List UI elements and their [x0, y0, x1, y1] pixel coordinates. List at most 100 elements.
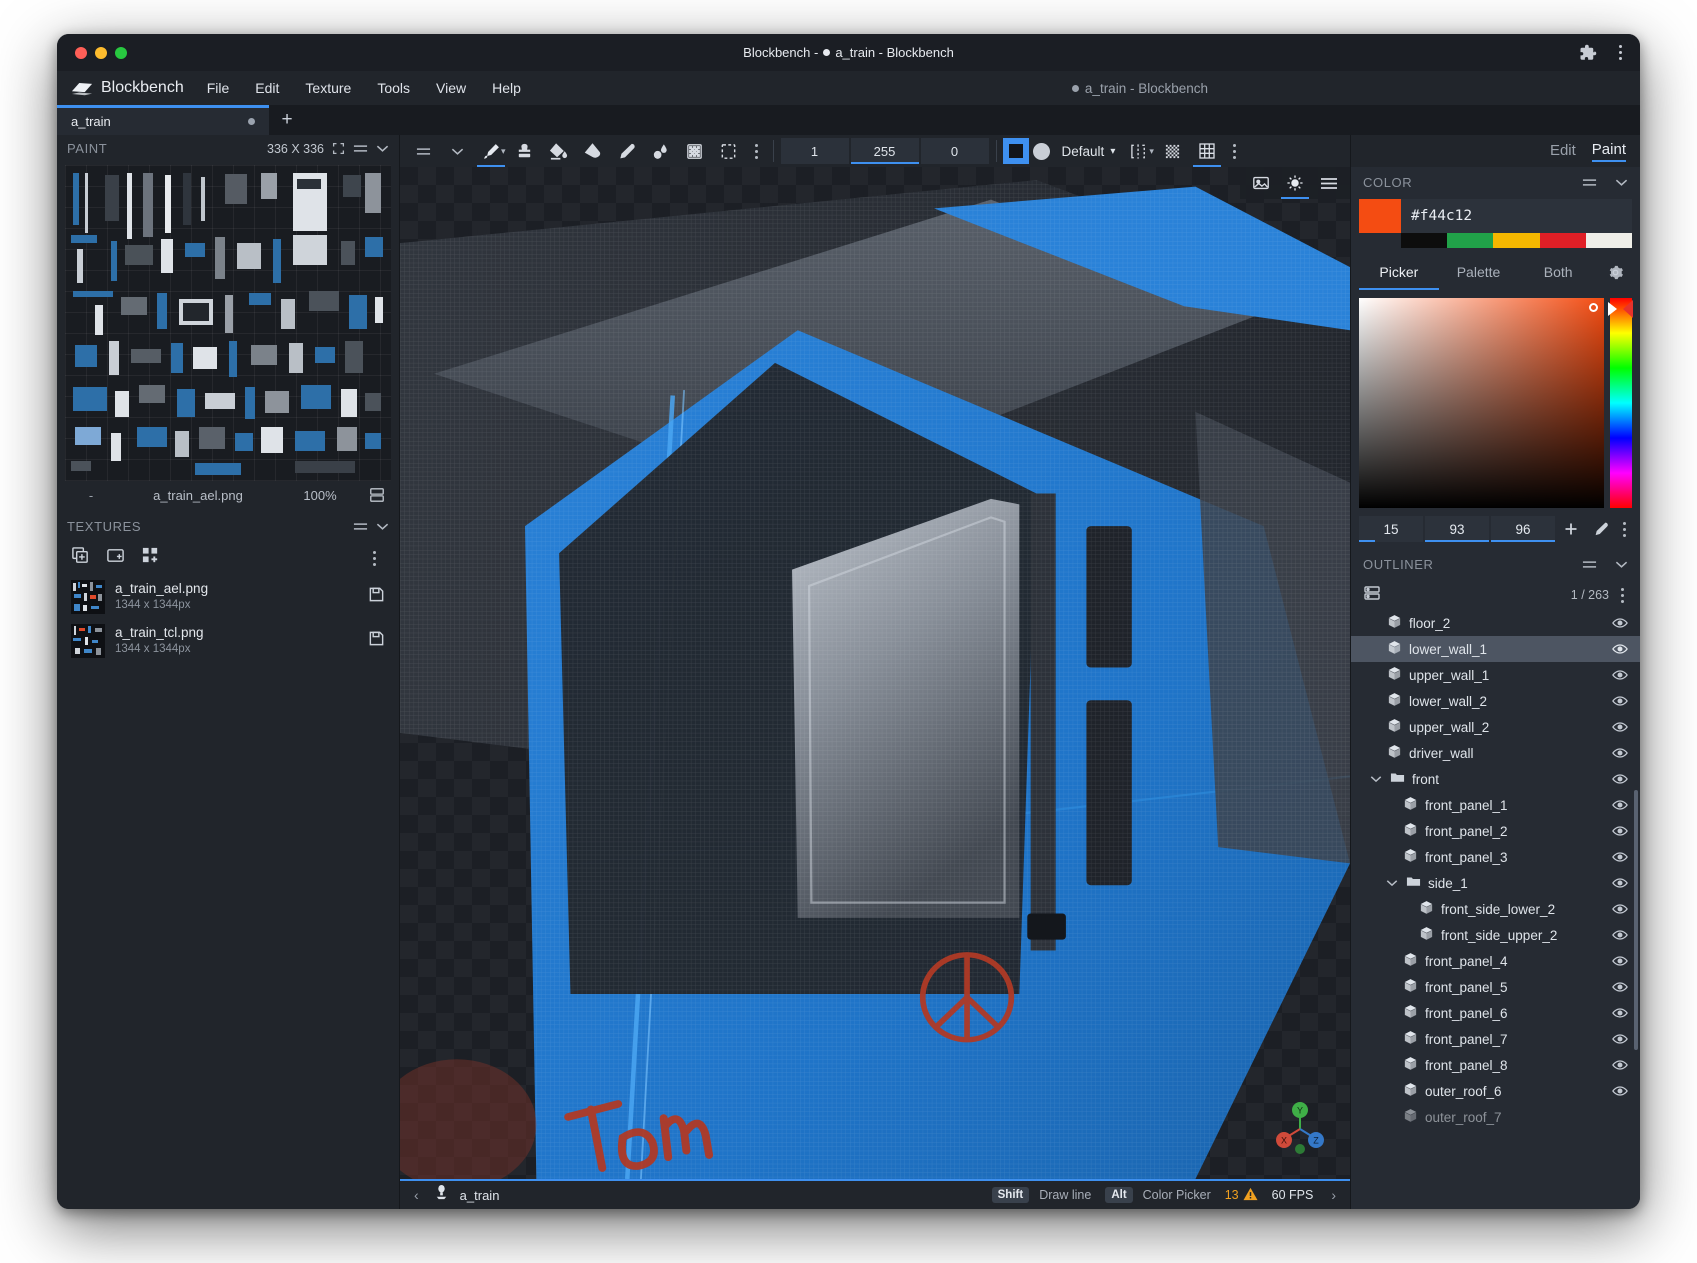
- uv-grid-icon[interactable]: [1190, 135, 1224, 167]
- brush-tool-icon[interactable]: [474, 135, 508, 167]
- brush-opacity-input[interactable]: 255: [851, 138, 919, 164]
- tab-picker[interactable]: Picker: [1359, 258, 1439, 290]
- toolbar-more-options-icon[interactable]: [746, 144, 767, 159]
- current-color-swatch[interactable]: [1359, 199, 1401, 233]
- visibility-eye-icon[interactable]: [1612, 721, 1628, 733]
- brightness-icon[interactable]: [1278, 167, 1312, 199]
- visibility-eye-icon[interactable]: [1612, 929, 1628, 941]
- draw-shape-tool-icon[interactable]: [678, 135, 712, 167]
- outliner-row[interactable]: floor_2: [1351, 610, 1640, 636]
- recent-color-swatch[interactable]: [1493, 233, 1539, 248]
- visibility-eye-icon[interactable]: [1612, 1033, 1628, 1045]
- chevron-left-icon[interactable]: ‹: [410, 1187, 423, 1203]
- outliner-row[interactable]: lower_wall_2: [1351, 688, 1640, 714]
- outliner-row[interactable]: front_panel_1: [1351, 792, 1640, 818]
- brush-softness-input[interactable]: 0: [921, 138, 989, 164]
- viewport-menu-icon[interactable]: [1312, 167, 1346, 199]
- color-panel-hamburger-icon[interactable]: [1582, 177, 1597, 188]
- sv-handle[interactable]: [1589, 303, 1598, 312]
- square-brush-shape-button[interactable]: [1003, 138, 1029, 164]
- outliner-row[interactable]: driver_wall: [1351, 740, 1640, 766]
- visibility-eye-icon[interactable]: [1612, 799, 1628, 811]
- outliner-row[interactable]: outer_roof_7: [1351, 1104, 1640, 1130]
- visibility-eye-icon[interactable]: [1612, 877, 1628, 889]
- visibility-eye-icon[interactable]: [1612, 851, 1628, 863]
- warning-indicator[interactable]: 13: [1225, 1187, 1258, 1204]
- eraser-tool-icon[interactable]: [576, 135, 610, 167]
- save-icon[interactable]: [368, 630, 385, 652]
- visibility-eye-icon[interactable]: [1612, 903, 1628, 915]
- color-more-options-icon[interactable]: [1617, 522, 1632, 537]
- gradient-tool-icon[interactable]: [644, 135, 678, 167]
- outliner-more-options-icon[interactable]: [1617, 588, 1628, 603]
- textures-panel-chevron-down-icon[interactable]: [376, 522, 389, 531]
- create-texture-icon[interactable]: [141, 546, 160, 570]
- visibility-eye-icon[interactable]: [1612, 669, 1628, 681]
- new-project-tab-button[interactable]: +: [269, 105, 305, 135]
- pixel-grid-icon[interactable]: [1156, 135, 1190, 167]
- visibility-eye-icon[interactable]: [1612, 617, 1628, 629]
- outliner-row[interactable]: front_panel_5: [1351, 974, 1640, 1000]
- visibility-eye-icon[interactable]: [1612, 773, 1628, 785]
- texture-kebab-icon[interactable]: [364, 551, 385, 566]
- recent-color-swatch[interactable]: [1540, 233, 1586, 248]
- outliner-row[interactable]: front_side_upper_2: [1351, 922, 1640, 948]
- tab-edit[interactable]: Edit: [1550, 142, 1576, 161]
- maximize-window-button[interactable]: [115, 47, 127, 59]
- texture-list-item[interactable]: a_train_tcl.png 1344 x 1344px: [57, 619, 399, 663]
- outliner-row[interactable]: front_side_lower_2: [1351, 896, 1640, 922]
- browser-menu-icon[interactable]: [1613, 43, 1628, 62]
- project-tab-a-train[interactable]: a_train: [57, 105, 269, 135]
- import-texture-icon[interactable]: [106, 546, 125, 570]
- tab-paint[interactable]: Paint: [1592, 141, 1626, 162]
- outliner-row[interactable]: outer_roof_6: [1351, 1078, 1640, 1104]
- visibility-eye-icon[interactable]: [1612, 747, 1628, 759]
- blend-mode-select[interactable]: Default ▾: [1055, 138, 1123, 164]
- minimize-window-button[interactable]: [95, 47, 107, 59]
- fill-tool-icon[interactable]: [542, 135, 576, 167]
- outliner-row[interactable]: upper_wall_2: [1351, 714, 1640, 740]
- visibility-eye-icon[interactable]: [1612, 825, 1628, 837]
- mirror-painting-icon[interactable]: [1122, 135, 1156, 167]
- outliner-row[interactable]: lower_wall_1: [1351, 636, 1640, 662]
- textures-panel-hamburger-icon[interactable]: [353, 521, 368, 532]
- chevron-down-icon[interactable]: [1369, 775, 1383, 783]
- color-panel-chevron-down-icon[interactable]: [1615, 178, 1628, 187]
- menu-help[interactable]: Help: [481, 76, 532, 100]
- visibility-eye-icon[interactable]: [1612, 1007, 1628, 1019]
- visibility-eye-icon[interactable]: [1612, 1085, 1628, 1097]
- outliner-row[interactable]: front_panel_4: [1351, 948, 1640, 974]
- hex-color-input[interactable]: #f44c12: [1411, 208, 1472, 224]
- outliner-panel-hamburger-icon[interactable]: [1582, 559, 1597, 570]
- visibility-eye-icon[interactable]: [1612, 643, 1628, 655]
- add-texture-icon[interactable]: [71, 546, 90, 570]
- close-window-button[interactable]: [75, 47, 87, 59]
- selection-tool-icon[interactable]: [712, 135, 746, 167]
- menu-view[interactable]: View: [425, 76, 477, 100]
- outliner-row[interactable]: front_panel_6: [1351, 1000, 1640, 1026]
- brightness-input[interactable]: 96: [1491, 516, 1555, 542]
- outliner-row-group[interactable]: front: [1351, 766, 1640, 792]
- texture-list-item[interactable]: a_train_ael.png 1344 x 1344px: [57, 575, 399, 619]
- recent-color-swatch[interactable]: [1586, 233, 1632, 248]
- saturation-input[interactable]: 93: [1425, 516, 1489, 542]
- outliner-row[interactable]: front_panel_2: [1351, 818, 1640, 844]
- tab-palette[interactable]: Palette: [1439, 258, 1519, 290]
- axis-gizmo[interactable]: Y X Z: [1272, 1099, 1328, 1155]
- menu-edit[interactable]: Edit: [244, 76, 290, 100]
- gear-icon[interactable]: [1598, 258, 1632, 290]
- eyedropper-icon[interactable]: [1587, 521, 1615, 537]
- menu-file[interactable]: File: [196, 76, 241, 100]
- texture-preview-canvas[interactable]: [65, 165, 391, 481]
- outliner-row[interactable]: front_panel_8: [1351, 1052, 1640, 1078]
- window-controls[interactable]: [75, 47, 127, 59]
- tab-both[interactable]: Both: [1518, 258, 1598, 290]
- menu-tools[interactable]: Tools: [366, 76, 421, 100]
- stamp-tool-icon[interactable]: [508, 135, 542, 167]
- outliner-row[interactable]: upper_wall_1: [1351, 662, 1640, 688]
- saturation-value-field[interactable]: [1359, 298, 1604, 508]
- outliner-panel-chevron-down-icon[interactable]: [1615, 560, 1628, 569]
- visibility-eye-icon[interactable]: [1612, 981, 1628, 993]
- extensions-icon[interactable]: [1579, 44, 1597, 62]
- outliner-row[interactable]: front_panel_3: [1351, 844, 1640, 870]
